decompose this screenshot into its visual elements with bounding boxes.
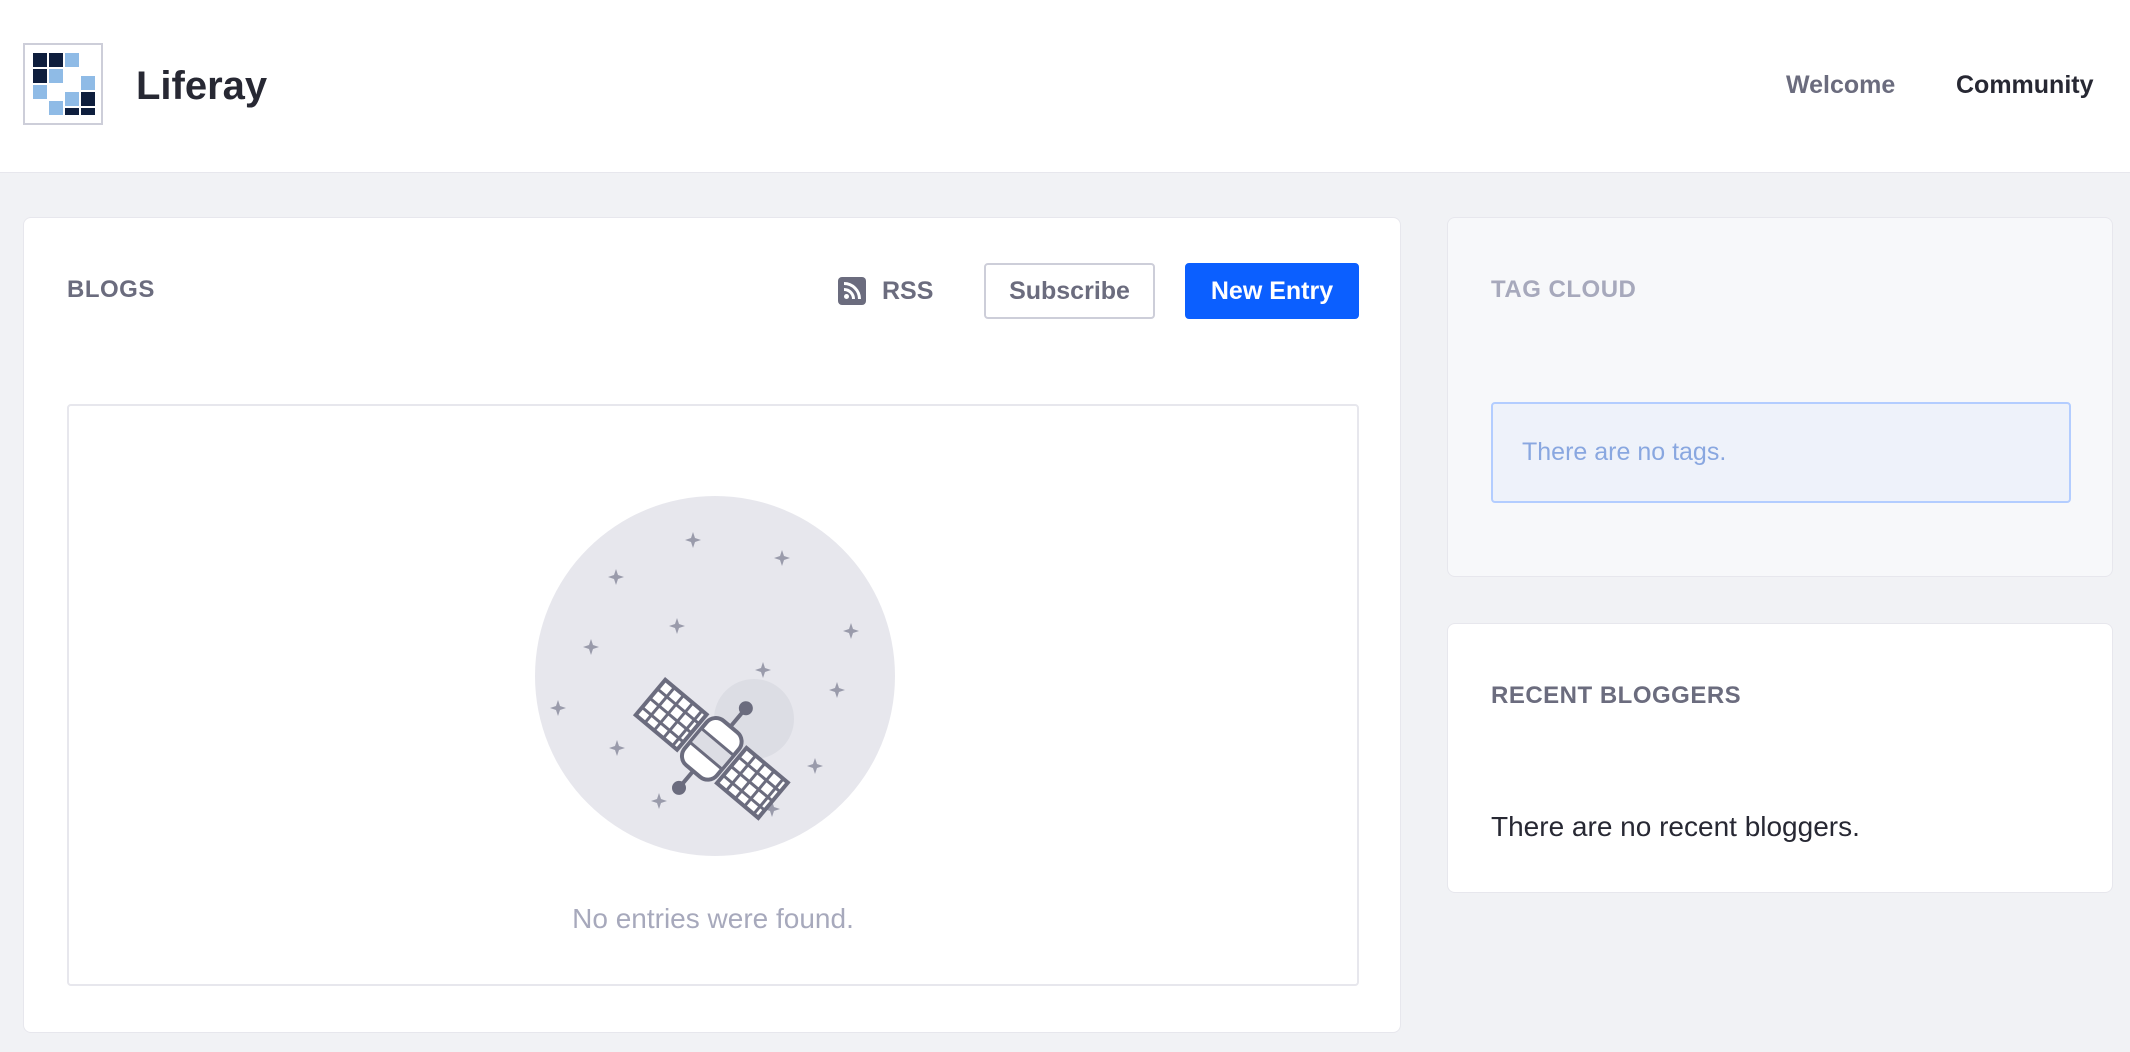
- tag-cloud-title: TAG CLOUD: [1491, 276, 1637, 303]
- no-tags-alert: There are no tags.: [1491, 402, 2071, 503]
- tag-cloud-portlet: TAG CLOUD There are no tags.: [1447, 217, 2113, 577]
- no-recent-bloggers-message: There are no recent bloggers.: [1491, 811, 1860, 842]
- site-header: Liferay Welcome Community: [0, 0, 2130, 173]
- recent-bloggers-portlet: RECENT BLOGGERS There are no recent blog…: [1447, 623, 2113, 893]
- nav-link-community[interactable]: Community: [1956, 68, 2094, 102]
- satellite-empty-state-icon: [535, 496, 895, 856]
- blogs-portlet: BLOGS RSS Subscribe New Entry No entries…: [23, 217, 1401, 1033]
- blog-entries-empty-state: No entries were found.: [67, 404, 1359, 986]
- rss-label: RSS: [882, 276, 934, 305]
- nav-link-welcome[interactable]: Welcome: [1786, 68, 1895, 102]
- new-entry-button[interactable]: New Entry: [1185, 263, 1359, 319]
- rss-link[interactable]: RSS: [838, 274, 933, 308]
- liferay-logo-icon: [33, 53, 95, 115]
- site-name[interactable]: Liferay: [136, 62, 267, 110]
- subscribe-button[interactable]: Subscribe: [984, 263, 1155, 319]
- site-logo[interactable]: [23, 43, 103, 125]
- rss-icon: [838, 277, 866, 305]
- blogs-title: BLOGS: [67, 276, 155, 303]
- recent-bloggers-title: RECENT BLOGGERS: [1491, 682, 1742, 709]
- empty-entries-message: No entries were found.: [572, 903, 854, 934]
